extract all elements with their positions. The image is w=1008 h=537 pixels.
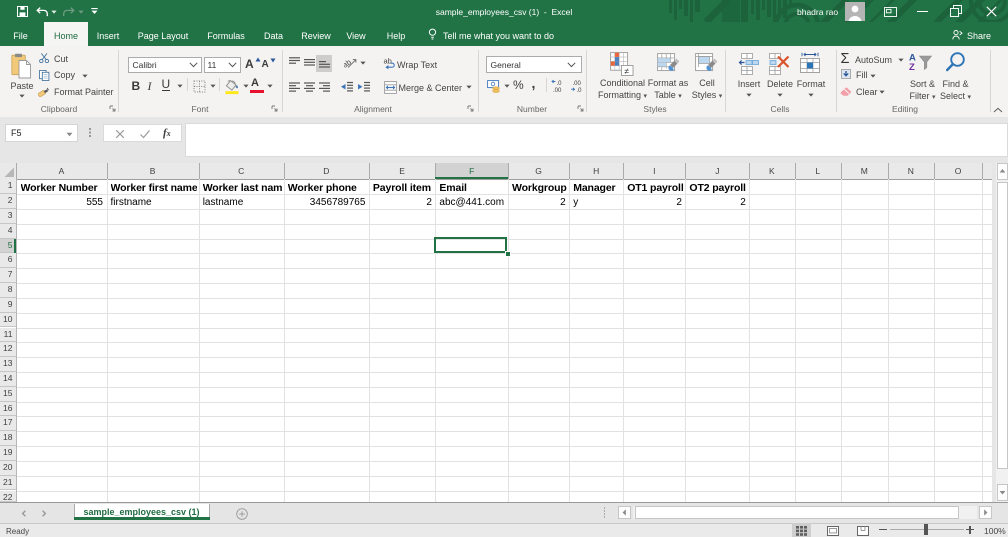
svg-text:≠: ≠ — [624, 66, 629, 76]
svg-text:Z: Z — [909, 62, 915, 71]
svg-text:ab: ab — [384, 57, 392, 66]
